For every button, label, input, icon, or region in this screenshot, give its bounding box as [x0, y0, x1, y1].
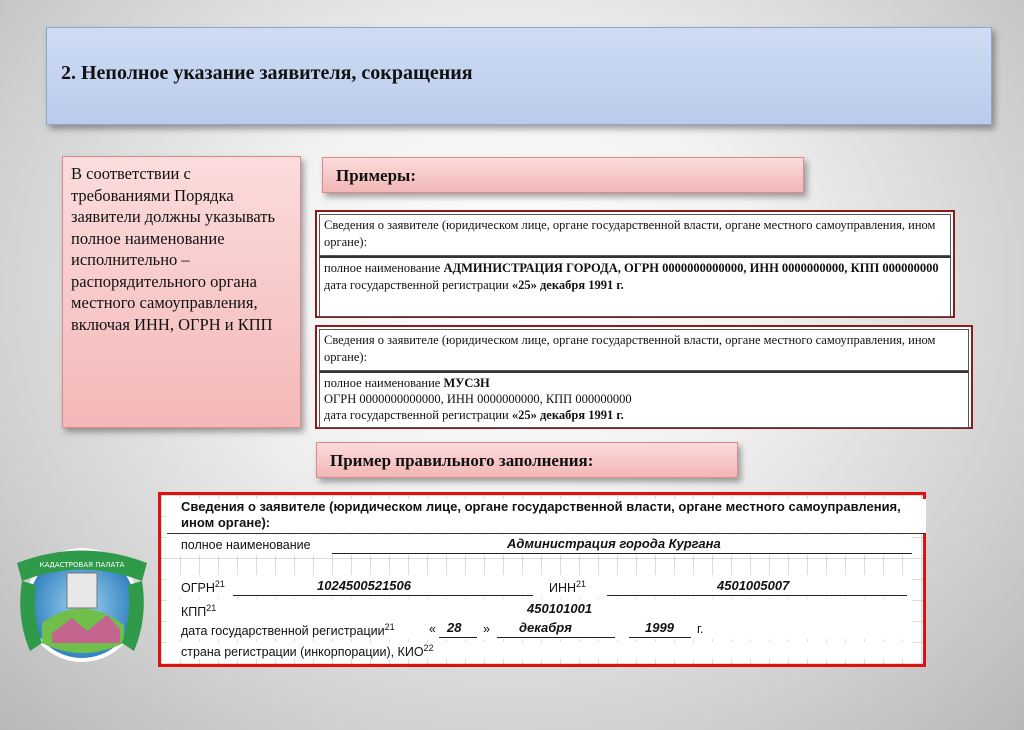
date-day: 28 — [447, 620, 462, 635]
date-row: дата государственной регистрации21 « 28 … — [167, 619, 912, 639]
example-1-body: полное наименование АДМИНИСТРАЦИЯ ГОРОДА… — [319, 256, 951, 317]
correct-label: Пример правильного заполнения: — [330, 451, 594, 470]
title-box: 2. Неполное указание заявителя, сокращен… — [46, 27, 992, 125]
example-2-body: полное наименование МУСЗН ОГРН 000000000… — [319, 371, 969, 428]
kpp-row: КПП21 450101001 — [167, 599, 912, 621]
example-1-line-1: полное наименование АДМИНИСТРАЦИЯ ГОРОДА… — [324, 261, 939, 275]
examples-label-box: Примеры: — [322, 157, 804, 193]
ogrn-label: ОГРН21 — [181, 579, 225, 596]
svg-text:КАДАСТРОВАЯ ПАЛАТА: КАДАСТРОВАЯ ПАЛАТА — [40, 561, 125, 569]
name-label: полное наименование — [181, 538, 311, 552]
page-title: 2. Неполное указание заявителя, сокращен… — [61, 62, 473, 84]
cadastral-chamber-logo: КАДАСТРОВАЯ ПАЛАТА — [12, 533, 154, 668]
correct-form-head: Сведения о заявителе (юридическом лице, … — [167, 499, 926, 534]
ogrn-inn-row: ОГРН21 1024500521506 ИНН21 4501005007 — [167, 575, 912, 597]
country-row: страна регистрации (инкорпорации), КИО22 — [167, 642, 912, 659]
example-2-head: Сведения о заявителе (юридическом лице, … — [319, 329, 969, 371]
example-1-head: Сведения о заявителе (юридическом лице, … — [319, 214, 951, 256]
date-label: дата государственной регистрации21 — [181, 622, 395, 639]
inn-value: 4501005007 — [717, 578, 790, 593]
example-1: Сведения о заявителе (юридическом лице, … — [315, 210, 955, 318]
name-row: полное наименование Администрация города… — [167, 535, 912, 555]
inn-label: ИНН21 — [549, 579, 587, 596]
examples-label: Примеры: — [336, 166, 416, 185]
country-label: страна регистрации (инкорпорации), КИО22 — [181, 643, 434, 660]
kpp-label: КПП21 — [181, 603, 217, 620]
requirements-text: В соответствии с требованиями Порядка за… — [71, 164, 276, 334]
example-2-line-3: дата государственной регистрации «25» де… — [324, 408, 624, 422]
date-month: декабря — [519, 620, 572, 635]
example-2-line-2: ОГРН 0000000000000, ИНН 0000000000, КПП … — [324, 392, 632, 406]
ogrn-value: 1024500521506 — [317, 578, 411, 593]
example-2-line-1: полное наименование МУСЗН — [324, 376, 490, 390]
year-suffix: г. — [697, 622, 704, 636]
correct-example-form: Сведения о заявителе (юридическом лице, … — [158, 492, 926, 667]
requirements-box: В соответствии с требованиями Порядка за… — [62, 156, 301, 428]
cadastral-logo-icon: КАДАСТРОВАЯ ПАЛАТА — [17, 548, 147, 662]
quote-close: » — [483, 622, 490, 636]
example-2: Сведения о заявителе (юридическом лице, … — [315, 325, 973, 429]
name-value: Администрация города Кургана — [507, 536, 721, 551]
quote-open: « — [429, 622, 436, 636]
kpp-value: 450101001 — [527, 601, 593, 616]
date-year: 1999 — [645, 620, 674, 635]
correct-label-box: Пример правильного заполнения: — [316, 442, 738, 478]
example-1-line-2: дата государственной регистрации «25» де… — [324, 278, 624, 292]
